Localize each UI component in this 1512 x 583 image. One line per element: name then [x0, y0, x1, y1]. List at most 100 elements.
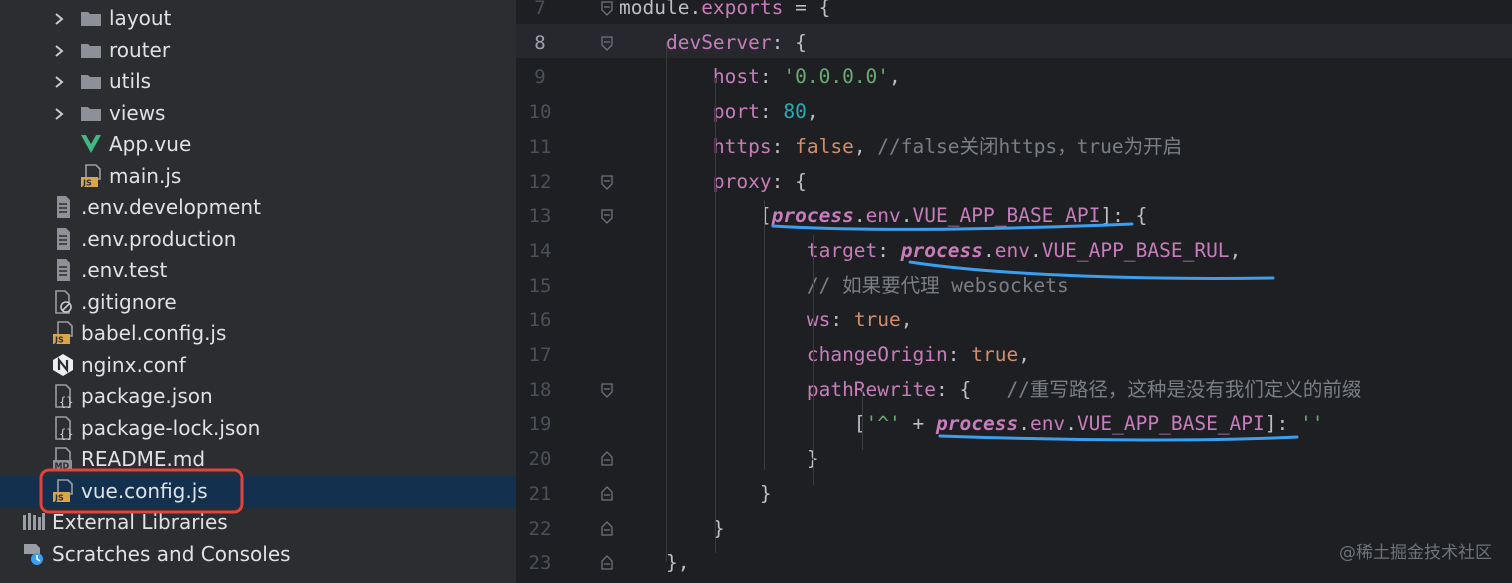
js-file-icon: JS [51, 321, 75, 345]
code-line[interactable]: }, [619, 546, 690, 580]
tree-item-label: babel.config.js [81, 321, 227, 345]
fold-marker-icon[interactable] [600, 520, 614, 537]
fold-marker-icon[interactable] [600, 382, 614, 398]
fold-marker-icon[interactable] [600, 208, 614, 225]
indent-guide [862, 390, 863, 450]
chevron-right-icon[interactable] [52, 12, 66, 26]
folder-icon [79, 101, 103, 125]
tree-item-readme-md[interactable]: MD README.md [0, 444, 516, 475]
code-line[interactable]: ws: true, [619, 303, 913, 337]
tree-item-label: .env.production [81, 226, 237, 251]
folder-icon [79, 6, 103, 30]
tree-item-label: .gitignore [81, 289, 177, 314]
line-number: 8 [534, 31, 546, 54]
svg-text:JS: JS [54, 336, 64, 345]
tree-item-vue-config-js[interactable]: JS vue.config.js [0, 475, 516, 507]
tree-item-main-js[interactable]: JS main.js [0, 161, 516, 192]
fold-marker-icon[interactable] [600, 451, 614, 467]
fold-marker-icon[interactable] [600, 0, 614, 16]
ignore-file-icon [51, 289, 75, 314]
fold-marker-icon[interactable] [600, 174, 614, 190]
svg-text:{}: {} [59, 427, 73, 440]
code-line[interactable]: ['^' + process.env.VUE_APP_BASE_API]: '' [619, 407, 1324, 441]
line-number: 23 [528, 552, 552, 575]
tree-item-package-lock-json[interactable]: {} package-lock.json [0, 413, 516, 444]
code-line[interactable]: port: 80, [619, 95, 819, 129]
chevron-right-icon[interactable] [52, 107, 66, 121]
code-line[interactable]: proxy: { [619, 165, 807, 199]
chevron-right-icon[interactable] [52, 75, 66, 89]
tree-item-views[interactable]: views [0, 98, 516, 129]
tree-item-utils[interactable]: utils [0, 66, 516, 97]
folder-icon [79, 69, 103, 93]
tree-item-scratches-and-consoles[interactable]: Scratches and Consoles [0, 539, 516, 570]
code-line[interactable]: } [619, 477, 772, 511]
tree-item-nginx-conf[interactable]: nginx.conf [0, 350, 516, 381]
vue-file-icon [79, 132, 103, 156]
line-number: 21 [528, 482, 552, 505]
tree-item-external-libraries[interactable]: External Libraries [0, 507, 516, 538]
tree-item-label: utils [109, 69, 152, 93]
tree-item-label: views [109, 100, 166, 125]
tree-item-router[interactable]: router [0, 35, 516, 66]
code-line[interactable]: changeOrigin: true, [619, 338, 1030, 372]
tree-item-app-vue[interactable]: App.vue [0, 129, 516, 160]
tree-item-env-development[interactable]: .env.development [0, 192, 516, 223]
code-editor[interactable]: 7 module.exports = { 8 devServer: { 9 host:… [516, 0, 1512, 583]
fold-marker-icon[interactable] [600, 555, 614, 571]
js-file-icon: JS [51, 478, 75, 503]
indent-guide [715, 78, 716, 553]
code-line[interactable]: module.exports = { [619, 0, 830, 25]
line-number: 9 [534, 66, 546, 89]
svg-text:{}: {} [59, 395, 73, 408]
text-file-icon [51, 195, 75, 219]
tree-item-label: README.md [81, 447, 206, 471]
code-line[interactable]: host: '0.0.0.0', [619, 60, 901, 94]
line-number: 17 [528, 344, 552, 366]
code-line[interactable]: devServer: { [619, 26, 807, 60]
indent-guide [813, 235, 814, 485]
js-file-icon: JS [79, 163, 103, 188]
tree-item-label: package-lock.json [81, 415, 261, 440]
line-number: 7 [534, 0, 546, 19]
line-number: 12 [528, 170, 552, 193]
line-number: 15 [528, 274, 552, 297]
code-line[interactable]: https: false, //false关闭https，true为开启 [619, 130, 1182, 164]
tree-item-label: main.js [109, 163, 182, 188]
fold-marker-icon[interactable] [600, 35, 614, 51]
text-file-icon [51, 258, 75, 282]
indent-guide [764, 200, 765, 470]
code-line[interactable]: target: process.env.VUE_APP_BASE_RUL, [619, 234, 1241, 268]
tree-item-label: Scratches and Consoles [52, 541, 291, 566]
tree-item-label: External Libraries [52, 510, 228, 534]
scratches-icon [22, 542, 46, 566]
code-line[interactable]: [process.env.VUE_APP_BASE_API]: { [619, 199, 1147, 233]
tree-item-env-production[interactable]: .env.production [0, 224, 516, 255]
tree-item-layout[interactable]: layout [0, 3, 516, 34]
svg-text:JS: JS [54, 493, 64, 502]
line-number: 22 [528, 517, 552, 540]
code-line[interactable]: } [619, 442, 819, 476]
project-tree-panel: layout router utils views App.vue JS main.js .e… [0, 0, 516, 583]
code-line[interactable]: pathRewrite: { //重写路径，这种是没有我们定义的前缀 [619, 373, 1362, 407]
tree-item-package-json[interactable]: {} package.json [0, 381, 516, 412]
tree-item-gitignore[interactable]: .gitignore [0, 287, 516, 318]
code-line[interactable]: // 如果要代理 websockets [619, 269, 1069, 303]
libraries-icon [22, 510, 46, 534]
line-number: 13 [528, 205, 552, 228]
tree-item-label: .env.development [81, 195, 261, 219]
line-number: 19 [528, 413, 552, 436]
tree-item-label: vue.config.js [81, 478, 208, 503]
svg-text:JS: JS [82, 178, 92, 187]
code-line[interactable]: } [619, 512, 725, 546]
tree-item-env-test[interactable]: .env.test [0, 255, 516, 286]
json-file-icon: {} [51, 384, 75, 408]
text-file-icon [51, 227, 75, 251]
chevron-right-icon[interactable] [52, 44, 66, 58]
tree-item-babel-config-js[interactable]: JS babel.config.js [0, 318, 516, 349]
svg-text:MD: MD [55, 462, 70, 471]
line-number: 10 [528, 101, 552, 124]
line-number: 18 [528, 378, 552, 401]
json-file-icon: {} [51, 415, 75, 440]
fold-marker-icon[interactable] [600, 485, 614, 502]
